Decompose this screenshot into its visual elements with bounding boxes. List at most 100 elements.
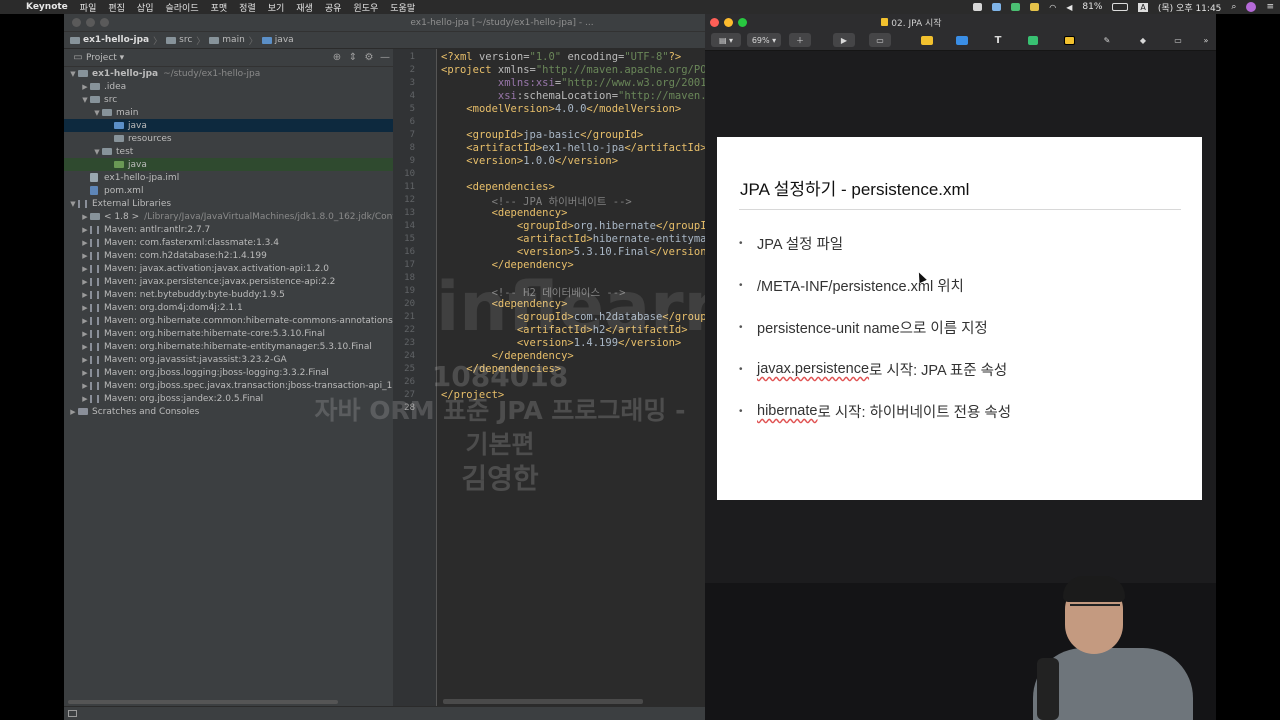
code-line[interactable]: <artifactId>ex1-hello-jpa</artifactId>	[441, 142, 705, 154]
code-line[interactable]: </dependency>	[441, 259, 574, 271]
zoom-select[interactable]: 69% ▾	[747, 33, 781, 47]
tree-item[interactable]: ▶ Maven: org.jboss:jandex:2.0.5.Final	[64, 392, 393, 405]
tree-item[interactable]: ▶ Maven: com.fasterxml:classmate:1.3.4	[64, 236, 393, 249]
tree-item[interactable]: ▶ Maven: net.bytebuddy:byte-buddy:1.9.5	[64, 288, 393, 301]
view-button[interactable]: ▤ ▾	[711, 33, 741, 47]
tree-item[interactable]: ▶ Maven: javax.activation:javax.activatio…	[64, 262, 393, 275]
chevron-right-icon[interactable]: ▶	[80, 213, 90, 221]
menu-help[interactable]: 도움말	[390, 1, 415, 14]
tree-item[interactable]: java	[64, 158, 393, 171]
screenshot-icon[interactable]	[973, 3, 983, 11]
chevron-right-icon[interactable]: ▶	[80, 356, 90, 364]
volume-icon[interactable]: ◀	[1066, 3, 1072, 12]
code-line[interactable]: xmlns:xsi="http://www.w3.org/2001/XMLSch…	[441, 77, 705, 89]
menu-slide[interactable]: 슬라이드	[165, 1, 198, 14]
chevron-down-icon[interactable]: ▼	[68, 70, 78, 78]
ide-close-button[interactable]	[72, 18, 81, 27]
keynote-minimize-button[interactable]	[724, 17, 733, 27]
code-line[interactable]: <groupId>com.h2database</groupId>	[441, 311, 705, 323]
tree-item[interactable]: ▼ src	[64, 93, 393, 106]
notification-center-icon[interactable]: ≡	[1266, 2, 1274, 12]
ide-minimize-button[interactable]	[86, 18, 95, 27]
slide-canvas[interactable]: JPA 설정하기 - persistence.xml • JPA 설정 파일 • /…	[717, 137, 1202, 500]
chevron-right-icon[interactable]: ▶	[80, 369, 90, 377]
locate-icon[interactable]: ⊕	[329, 52, 345, 63]
tree-item[interactable]: ▶ Maven: org.hibernate:hibernate-entityma…	[64, 340, 393, 353]
code-line[interactable]: <modelVersion>4.0.0</modelVersion>	[441, 103, 681, 115]
menu-arrange[interactable]: 정렬	[239, 1, 256, 14]
tree-item[interactable]: ▶ Maven: javax.persistence:javax.persiste…	[64, 275, 393, 288]
chevron-down-icon[interactable]: ▼	[92, 148, 102, 156]
text-button[interactable]: T	[988, 33, 1008, 47]
chevron-right-icon[interactable]: ▶	[80, 304, 90, 312]
toolbar-overflow-button[interactable]: »	[1199, 33, 1213, 47]
code-line[interactable]: xsi:schemaLocation="http://maven.apache.…	[441, 90, 705, 102]
table-button[interactable]	[917, 33, 937, 47]
menu-window[interactable]: 윈도우	[353, 1, 378, 14]
siri-icon[interactable]	[1246, 2, 1257, 12]
animate-button[interactable]: ◆	[1133, 33, 1153, 47]
code-line[interactable]: <version>1.0.0</version>	[441, 155, 618, 167]
evernote-icon[interactable]	[1011, 3, 1021, 11]
menu-share[interactable]: 공유	[325, 1, 342, 14]
slide-title[interactable]: JPA 설정하기 - persistence.xml	[740, 175, 969, 200]
format-button[interactable]: ✎	[1097, 33, 1117, 47]
chevron-right-icon[interactable]: ▶	[80, 239, 90, 247]
chevron-right-icon[interactable]: ▶	[80, 330, 90, 338]
code-line[interactable]: <project xmlns="http://maven.apache.org/…	[441, 64, 705, 76]
tree-item[interactable]: ▶ Maven: org.jboss.spec.javax.transaction…	[64, 379, 393, 392]
code-line[interactable]: </project>	[441, 389, 504, 401]
gear-icon[interactable]: ⚙	[361, 52, 377, 63]
wifi-icon[interactable]: ◠	[1049, 3, 1056, 12]
ide-zoom-button[interactable]	[100, 18, 109, 27]
menu-file[interactable]: 파일	[80, 1, 97, 14]
menu-insert[interactable]: 삽입	[137, 1, 154, 14]
tree-item[interactable]: ▶ .idea	[64, 80, 393, 93]
tree-item[interactable]: ▶ Scratches and Consoles	[64, 405, 393, 418]
keynote-zoom-button[interactable]	[738, 17, 747, 27]
chevron-right-icon[interactable]: ▶	[80, 252, 90, 260]
project-view-selector[interactable]: Project ▾	[86, 53, 329, 63]
chart-button[interactable]	[952, 33, 972, 47]
code-line[interactable]: <dependency>	[441, 207, 568, 219]
play-button[interactable]: ▶	[833, 33, 855, 47]
code-line[interactable]: <groupId>org.hibernate</groupId>	[441, 220, 705, 232]
tree-item[interactable]: resources	[64, 132, 393, 145]
code-line[interactable]: <version>1.4.199</version>	[441, 337, 681, 349]
code-line[interactable]: <artifactId>h2</artifactId>	[441, 324, 688, 336]
breadcrumb-project[interactable]: ex1-hello-jpa	[70, 35, 149, 45]
code-line[interactable]: <artifactId>hibernate-entitymanager</art…	[441, 233, 705, 245]
notes-icon[interactable]	[1030, 3, 1040, 11]
breadcrumb-java[interactable]: java	[261, 35, 294, 45]
tree-item[interactable]: ▶ < 1.8 > /Library/Java/JavaVirtualMachine…	[64, 210, 393, 223]
chevron-right-icon[interactable]: ▶	[80, 395, 90, 403]
code-line[interactable]: </dependency>	[441, 350, 574, 362]
tree-item[interactable]: java	[64, 119, 393, 132]
tree-item[interactable]: ▶ Maven: antlr:antlr:2.7.7	[64, 223, 393, 236]
chevron-right-icon[interactable]: ▶	[80, 291, 90, 299]
chevron-right-icon[interactable]: ▶	[80, 226, 90, 234]
code-line[interactable]: <groupId>jpa-basic</groupId>	[441, 129, 643, 141]
chevron-right-icon[interactable]: ▶	[80, 343, 90, 351]
chevron-right-icon[interactable]: ▶	[80, 265, 90, 273]
code-line[interactable]: <dependency>	[441, 298, 568, 310]
input-source-icon[interactable]: A	[1138, 2, 1148, 12]
tree-item[interactable]: ▼ test	[64, 145, 393, 158]
tree-item[interactable]: pom.xml	[64, 184, 393, 197]
menu-edit[interactable]: 편집	[108, 1, 125, 14]
tree-item[interactable]: ▼ External Libraries	[64, 197, 393, 210]
keynote-live-button[interactable]: ▭	[869, 33, 891, 47]
document-button[interactable]: ▭	[1168, 33, 1188, 47]
code-editor[interactable]: 1 2 3 4 5 6 7 8 9 10 11 12 13 14 15 16 17 18 19 20 21 22 23 24 2…	[393, 49, 705, 720]
chevron-right-icon[interactable]: ▶	[80, 317, 90, 325]
media-button[interactable]	[1059, 33, 1079, 47]
code-line[interactable]: </dependencies>	[441, 363, 561, 375]
menu-view[interactable]: 보기	[268, 1, 285, 14]
menu-clock[interactable]: (목) 오후 11:45	[1158, 1, 1222, 14]
dropbox-icon[interactable]	[992, 3, 1002, 11]
menu-play[interactable]: 재생	[296, 1, 313, 14]
code-line[interactable]: <?xml version="1.0" encoding="UTF-8"?>	[441, 51, 681, 63]
chevron-right-icon[interactable]: ▶	[80, 83, 90, 91]
hide-pane-icon[interactable]: —	[377, 52, 393, 63]
chevron-down-icon[interactable]: ▼	[80, 96, 90, 104]
